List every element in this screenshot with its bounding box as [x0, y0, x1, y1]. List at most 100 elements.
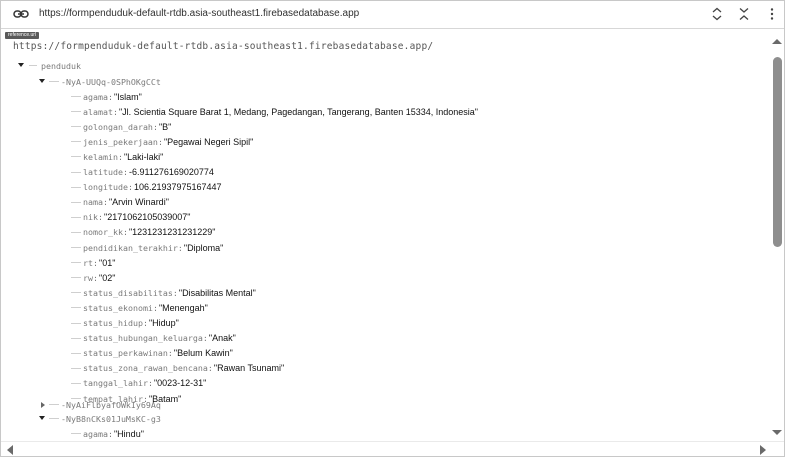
link-icon[interactable] — [13, 9, 29, 19]
field-value[interactable]: "Jl. Scientia Square Barat 1, Medang, Pa… — [119, 107, 478, 117]
field-key: alamat — [83, 106, 113, 117]
field-key: nomor_kk — [83, 227, 123, 238]
field-row[interactable]: nama: "Arvin Winardi" — [83, 195, 169, 210]
field-row[interactable]: longitude:106.21937975167447 — [83, 180, 222, 195]
field-value[interactable]: "Diploma" — [184, 243, 223, 253]
tree-node-record[interactable]: -NyAiFlbyafOWkIy69Aq — [61, 397, 161, 412]
field-key: kelamin — [83, 151, 118, 162]
expand-toggle-icon[interactable] — [41, 402, 45, 408]
field-row[interactable]: golongan_darah: "B" — [83, 119, 171, 134]
field-separator: : — [207, 363, 213, 374]
field-separator: : — [93, 257, 98, 268]
field-row[interactable]: kelamin: "Laki-laki" — [83, 149, 163, 164]
field-row[interactable]: status_hidup: "Hidup" — [83, 316, 179, 331]
field-row[interactable]: alamat: "Jl. Scientia Square Barat 1, Med… — [83, 104, 478, 119]
field-key: agama — [83, 91, 108, 102]
field-separator: : — [117, 151, 123, 162]
field-value[interactable]: 106.21937975167447 — [134, 182, 222, 192]
field-separator: : — [177, 242, 183, 253]
field-row[interactable]: rt: "01" — [83, 255, 115, 270]
field-separator: : — [127, 182, 133, 193]
scroll-down-icon[interactable] — [772, 430, 782, 435]
field-separator: : — [122, 167, 128, 177]
field-value[interactable]: "Disabilitas Mental" — [179, 288, 256, 298]
field-key: pendidikan_terakhir — [83, 242, 178, 253]
expand-toggle-icon[interactable] — [18, 63, 24, 67]
field-row[interactable]: status_hubungan_keluarga: "Anak" — [83, 331, 236, 346]
field-separator: : — [107, 91, 113, 102]
scroll-up-icon[interactable] — [772, 39, 782, 44]
field-row[interactable]: agama: "Hindu" — [83, 426, 144, 441]
field-value[interactable]: "Hindu" — [114, 429, 144, 439]
tree-view: reference.url https://formpenduduk-defau… — [1, 29, 771, 443]
field-row[interactable]: jenis_pekerjaan: "Pegawai Negeri Sipil" — [83, 134, 253, 149]
field-value[interactable]: "1231231231231229" — [129, 227, 215, 237]
scrollbar-thumb[interactable] — [773, 57, 782, 247]
field-value[interactable]: "B" — [159, 122, 171, 132]
field-row[interactable]: status_ekonomi: "Menengah" — [83, 300, 208, 315]
field-separator: : — [167, 348, 173, 359]
field-value[interactable]: "Arvin Winardi" — [109, 197, 169, 207]
field-value[interactable]: "Anak" — [209, 333, 236, 343]
node-key: -NyAiFlbyafOWkIy69Aq — [61, 399, 161, 410]
root-url[interactable]: https://formpenduduk-default-rtdb.asia-s… — [13, 41, 433, 52]
field-key: status_hubungan_keluarga — [83, 333, 203, 344]
field-row[interactable]: nik: "2171062105039007" — [83, 210, 190, 225]
field-key: rt — [83, 257, 93, 268]
url-bar: https://formpenduduk-default-rtdb.asia-s… — [1, 1, 784, 29]
field-key: longitude — [83, 182, 128, 193]
field-key: latitude — [83, 167, 123, 177]
node-key: -NyB8nCKs01JuMsKC-g3 — [61, 413, 161, 424]
field-row[interactable]: nomor_kk: "1231231231231229" — [83, 225, 215, 240]
field-row[interactable]: rw: "02" — [83, 270, 115, 285]
field-separator: : — [142, 318, 148, 328]
field-row[interactable]: agama: "Islam" — [83, 89, 142, 104]
field-value[interactable]: "Menengah" — [159, 303, 208, 313]
expand-toggle-icon[interactable] — [39, 416, 45, 420]
field-value[interactable]: "01" — [99, 258, 115, 268]
field-separator: : — [112, 106, 118, 117]
field-row[interactable]: latitude: -6.911276169020774 — [83, 165, 214, 180]
field-separator: : — [202, 333, 208, 344]
scroll-right-icon[interactable] — [760, 445, 766, 455]
field-key: status_hidup — [83, 318, 143, 328]
collapse-icon[interactable] — [736, 6, 752, 22]
field-key: status_disabilitas — [83, 287, 173, 298]
tree-node-record[interactable]: -NyB8nCKs01JuMsKC-g3 — [61, 411, 161, 426]
field-row[interactable]: tanggal_lahir: "0023-12-31" — [83, 376, 206, 391]
field-key: nik — [83, 212, 98, 223]
vertical-scrollbar[interactable] — [770, 29, 783, 443]
field-key: status_ekonomi — [83, 302, 153, 313]
field-value[interactable]: "Hidup" — [149, 318, 179, 328]
field-value[interactable]: "0023-12-31" — [154, 378, 206, 388]
more-vert-icon[interactable] — [764, 6, 780, 22]
field-separator: : — [122, 227, 128, 238]
field-key: status_zona_rawan_bencana — [83, 363, 208, 374]
expand-toggle-icon[interactable] — [39, 79, 45, 83]
field-value[interactable]: "Rawan Tsunami" — [214, 363, 284, 373]
field-value[interactable]: "2171062105039007" — [104, 212, 190, 222]
field-separator: : — [102, 197, 108, 208]
field-row[interactable]: status_zona_rawan_bencana: "Rawan Tsunami… — [83, 361, 284, 376]
field-key: rw — [83, 272, 93, 283]
field-row[interactable]: pendidikan_terakhir: "Diploma" — [83, 240, 223, 255]
field-value[interactable]: -6.911276169020774 — [129, 167, 214, 177]
horizontal-scrollbar[interactable] — [1, 441, 784, 456]
unfold-icon[interactable] — [709, 6, 725, 22]
field-separator: : — [98, 212, 103, 223]
field-separator: : — [157, 136, 163, 147]
tree-node-penduduk[interactable]: penduduk — [41, 58, 81, 73]
field-key: nama — [83, 197, 103, 208]
tree-node-record[interactable]: -NyA-UUQq-0SPhOKgCCt — [61, 74, 161, 89]
scroll-left-icon[interactable] — [7, 445, 13, 455]
field-row[interactable]: status_perkawinan: "Belum Kawin" — [83, 346, 233, 361]
field-row[interactable]: status_disabilitas: "Disabilitas Mental" — [83, 285, 256, 300]
field-key: tanggal_lahir — [83, 378, 148, 389]
field-value[interactable]: "Pegawai Negeri Sipil" — [164, 137, 253, 147]
field-value[interactable]: "Laki-laki" — [124, 152, 163, 162]
database-url: https://formpenduduk-default-rtdb.asia-s… — [39, 8, 360, 19]
field-value[interactable]: "02" — [99, 273, 115, 283]
field-value[interactable]: "Islam" — [114, 92, 142, 102]
field-value[interactable]: "Belum Kawin" — [174, 348, 233, 358]
field-key: jenis_pekerjaan — [83, 136, 158, 147]
